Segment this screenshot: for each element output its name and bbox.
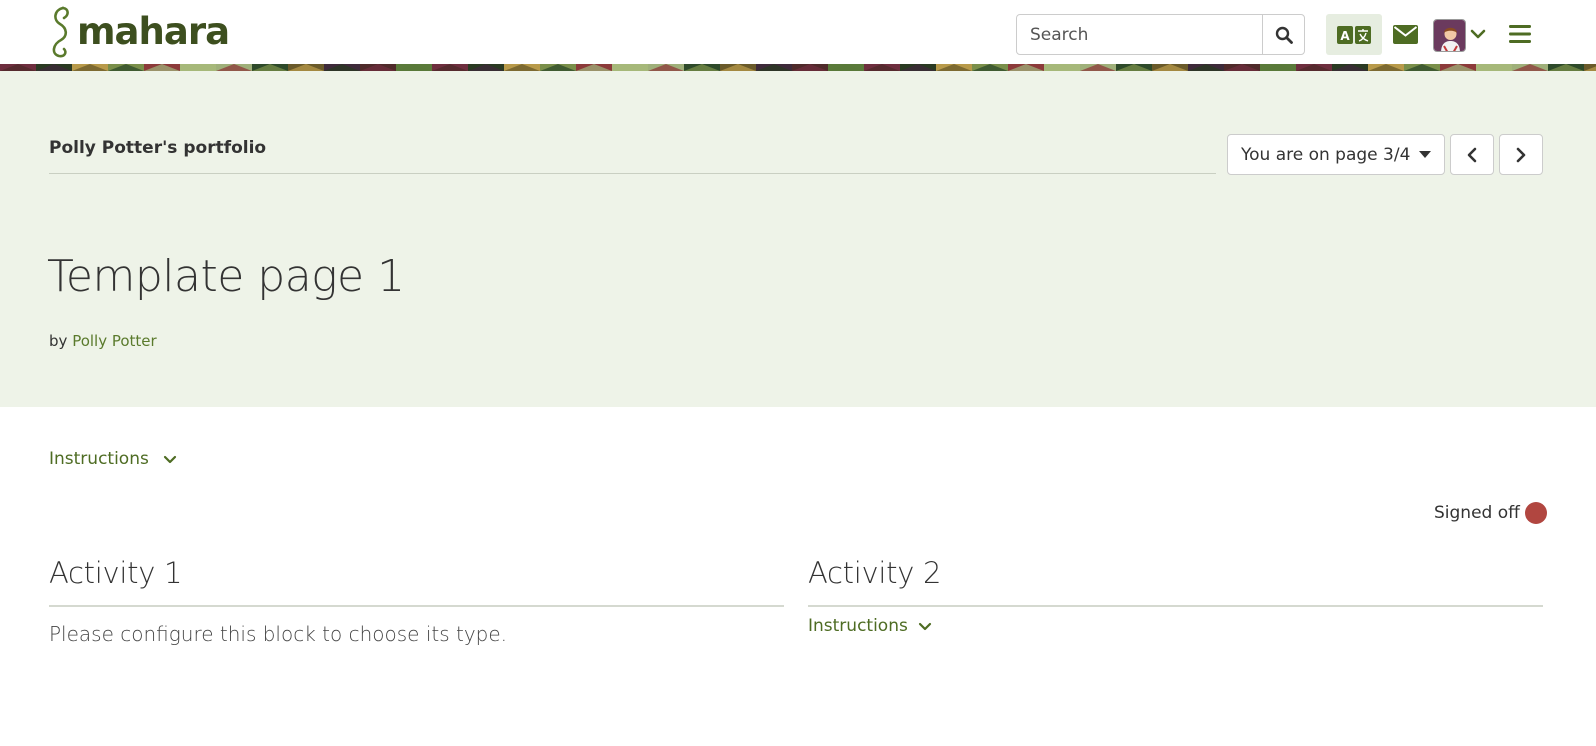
page-byline: by Polly Potter (49, 332, 157, 350)
signoff-label: Signed off (1434, 503, 1520, 523)
chevron-down-icon (163, 455, 177, 464)
chevron-down-icon (1470, 29, 1486, 39)
search-button[interactable] (1262, 15, 1304, 54)
language-icon: A (1337, 25, 1371, 44)
search-box (1016, 14, 1305, 55)
user-avatar[interactable] (1433, 19, 1466, 52)
messages-button[interactable] (1392, 22, 1418, 46)
block-placeholder-text: Please configure this block to choose it… (49, 622, 508, 646)
byline-prefix: by (49, 332, 68, 350)
block-instructions-toggle[interactable]: Instructions (808, 616, 1543, 636)
block-instructions-label: Instructions (808, 616, 908, 636)
chevron-left-icon (1467, 147, 1477, 162)
site-header: mahara A (0, 0, 1596, 64)
signoff-status-indicator[interactable] (1524, 502, 1547, 524)
collection-title: Polly Potter's portfolio (49, 138, 267, 158)
chevron-right-icon (1516, 147, 1526, 162)
chevron-down-icon (918, 622, 932, 631)
page-selector-dropdown[interactable]: You are on page 3/4 (1227, 134, 1445, 175)
search-icon (1275, 26, 1293, 44)
block-title: Activity 1 (49, 556, 784, 607)
search-input[interactable] (1017, 15, 1262, 54)
previous-page-button[interactable] (1450, 134, 1494, 175)
mahara-logo-icon (52, 6, 69, 58)
collection-divider (49, 173, 1216, 174)
next-page-button[interactable] (1499, 134, 1543, 175)
avatar-image (1434, 20, 1465, 51)
activity-block-1: Activity 1 Please configure this block t… (49, 556, 784, 646)
page-title: Template page 1 (47, 251, 405, 302)
signoff-status: Signed off (1434, 502, 1547, 524)
block-title: Activity 2 (808, 556, 1543, 607)
decorative-pattern-strip (0, 64, 1596, 71)
logo-text: mahara (77, 9, 230, 53)
page-selector-label: You are on page 3/4 (1241, 144, 1411, 165)
language-button[interactable]: A (1326, 14, 1382, 55)
instructions-label: Instructions (49, 449, 149, 469)
activity-block-2: Activity 2 Instructions (808, 556, 1543, 636)
envelope-icon (1392, 24, 1418, 44)
main-menu-button[interactable] (1508, 22, 1532, 46)
user-menu-toggle[interactable] (1469, 24, 1487, 44)
author-link[interactable]: Polly Potter (72, 332, 157, 350)
mahara-logo[interactable]: mahara (47, 5, 230, 59)
page-instructions-toggle[interactable]: Instructions (49, 449, 177, 469)
svg-text:A: A (1340, 29, 1350, 43)
caret-down-icon (1419, 151, 1431, 158)
page-header-banner (0, 71, 1596, 407)
hamburger-menu-icon (1509, 25, 1531, 43)
